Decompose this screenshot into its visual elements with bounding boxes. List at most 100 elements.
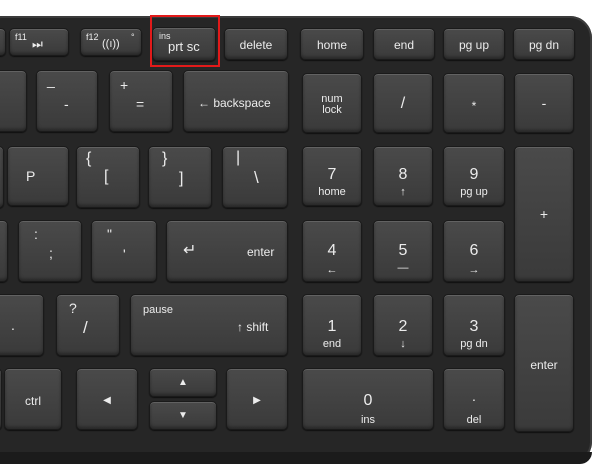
up-arrow-icon: ▲ <box>178 377 188 388</box>
key-delete[interactable]: delete <box>224 28 288 60</box>
key-l-partial[interactable] <box>0 220 8 282</box>
key-num-dot-sub: del <box>466 414 482 426</box>
key-num9[interactable]: 9 pg up <box>443 146 505 206</box>
key-num5[interactable]: 5 — <box>373 220 433 282</box>
key-right-bracket-top: } <box>162 150 168 167</box>
key-minus-top: _ <box>47 72 55 88</box>
key-right-bracket-bottom: ] <box>179 170 184 187</box>
key-right-shift[interactable]: pause ↑ shift <box>130 294 288 356</box>
key-left-bracket[interactable]: { [ <box>76 146 140 208</box>
key-num-star-label: * <box>471 99 477 113</box>
key-num-dot[interactable]: . del <box>443 368 505 430</box>
key-num-slash-label: / <box>400 95 406 112</box>
key-num4[interactable]: 4 ← <box>302 220 362 282</box>
key-minus[interactable]: _ - <box>36 70 98 132</box>
key-num0-digit: 0 <box>363 392 373 409</box>
key-num1-digit: 1 <box>327 318 337 335</box>
key-period[interactable]: . <box>0 294 44 356</box>
key-num6-digit: 6 <box>469 242 479 259</box>
highlight-box <box>150 15 220 67</box>
key-alt-partial[interactable] <box>0 368 2 430</box>
key-num-slash[interactable]: / <box>373 73 433 133</box>
key-arrow-right[interactable]: ▶ <box>226 368 288 430</box>
key-num-plus-label: + <box>539 206 549 222</box>
key-quote-top: " <box>107 226 112 242</box>
key-num-star[interactable]: * <box>443 73 505 133</box>
key-num5-sub: — <box>397 262 409 274</box>
key-quote[interactable]: " ' <box>91 220 157 282</box>
key-backspace-label: ← backspace <box>198 96 271 110</box>
key-period-label: . <box>11 317 15 333</box>
down-arrow-icon: ▼ <box>178 410 188 421</box>
key-num-enter-label: enter <box>530 358 558 372</box>
key-backslash-top: | <box>236 149 241 166</box>
key-num3-digit: 3 <box>469 318 479 335</box>
key-num4-digit: 4 <box>327 242 337 259</box>
key-quote-bottom: ' <box>123 246 126 262</box>
key-num3[interactable]: 3 pg dn <box>443 294 505 356</box>
key-ctrl-label: ctrl <box>25 394 41 408</box>
key-arrow-up[interactable]: ▲ <box>149 368 217 397</box>
key-num5-digit: 5 <box>398 242 408 259</box>
key-pause-label: pause <box>143 304 173 316</box>
key-ctrl[interactable]: ctrl <box>4 368 62 430</box>
key-zero-partial[interactable] <box>0 70 27 132</box>
key-num8[interactable]: 8 ↑ <box>373 146 433 206</box>
key-f11-fn-label: f11 <box>15 32 27 42</box>
key-end-label: end <box>393 38 415 52</box>
key-end[interactable]: end <box>373 28 435 60</box>
key-slash-bottom: / <box>83 318 88 337</box>
key-arrow-down[interactable]: ▼ <box>149 401 217 430</box>
key-f12-fn-label: f12 <box>86 32 99 42</box>
key-equals[interactable]: + = <box>109 70 173 132</box>
key-delete-label: delete <box>239 38 273 52</box>
key-backslash[interactable]: | \ <box>222 146 288 208</box>
enter-arrow-icon: ↵ <box>183 242 197 259</box>
key-num8-digit: 8 <box>398 166 408 183</box>
key-num-plus[interactable]: + <box>514 146 574 282</box>
key-num0-sub: ins <box>360 414 376 426</box>
key-pgdn[interactable]: pg dn <box>513 28 575 60</box>
key-enter[interactable]: ↵ enter <box>166 220 288 282</box>
key-f12-wireless[interactable]: f12 ((ı)) ° <box>80 28 142 56</box>
key-num-minus-label: - <box>541 95 547 111</box>
key-arrow-left[interactable]: ◀ <box>76 368 138 430</box>
key-semicolon-top: : <box>34 226 38 242</box>
key-num2-sub: ↓ <box>400 338 406 350</box>
key-num0[interactable]: 0 ins <box>302 368 434 430</box>
key-pgup[interactable]: pg up <box>443 28 505 60</box>
key-num-minus[interactable]: - <box>514 73 574 133</box>
key-num7-digit: 7 <box>327 166 337 183</box>
key-num8-sub: ↑ <box>400 186 406 198</box>
key-slash-top: ? <box>69 300 77 316</box>
left-arrow-icon: ◀ <box>103 395 111 406</box>
key-enter-label: enter <box>247 245 275 259</box>
key-slash[interactable]: ? / <box>56 294 120 356</box>
wireless-icon: ((ı)) <box>102 38 120 50</box>
key-num9-sub: pg up <box>460 186 488 198</box>
key-num7[interactable]: 7 home <box>302 146 362 206</box>
key-num6[interactable]: 6 → <box>443 220 505 282</box>
key-num2[interactable]: 2 ↓ <box>373 294 433 356</box>
keyboard-photo: f11 ⏭ f12 ((ı)) ° ins prt sc delete home… <box>0 0 600 471</box>
key-num-enter[interactable]: enter <box>514 294 574 432</box>
key-num9-digit: 9 <box>469 166 479 183</box>
key-f10-partial[interactable] <box>0 28 6 56</box>
key-p-label: P <box>26 168 36 184</box>
key-num4-sub: ← <box>326 264 338 276</box>
next-track-icon: ⏭ <box>32 37 43 51</box>
right-arrow-icon: ▶ <box>253 395 261 406</box>
key-num-dot-top: . <box>472 388 476 404</box>
key-f11-next-track[interactable]: f11 ⏭ <box>9 28 69 56</box>
key-backslash-bottom: \ <box>254 168 259 187</box>
key-num3-sub: pg dn <box>460 338 488 350</box>
key-semicolon[interactable]: : ; <box>18 220 82 282</box>
key-backspace[interactable]: ← backspace <box>183 70 289 132</box>
key-o-partial[interactable] <box>0 146 4 208</box>
key-num1[interactable]: 1 end <box>302 294 362 356</box>
key-right-bracket[interactable]: } ] <box>148 146 212 208</box>
key-home[interactable]: home <box>300 28 364 60</box>
key-p[interactable]: P <box>7 146 69 206</box>
key-numlock[interactable]: num lock <box>302 73 362 133</box>
key-num1-sub: end <box>322 338 342 350</box>
